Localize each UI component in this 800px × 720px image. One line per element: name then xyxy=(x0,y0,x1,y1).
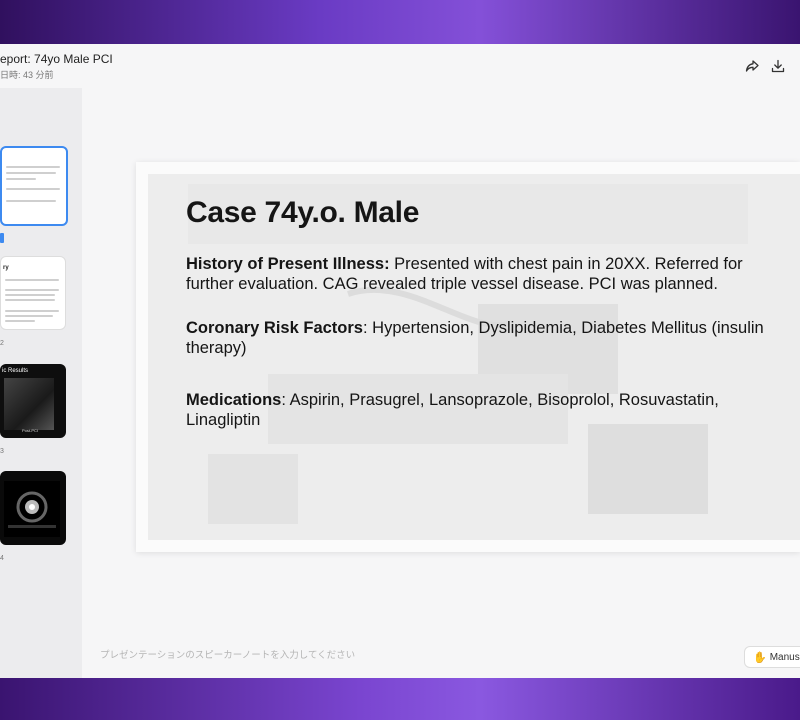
desktop-background-bottom xyxy=(0,678,800,720)
history-paragraph: History of Present Illness: Presented wi… xyxy=(186,254,786,294)
download-icon[interactable] xyxy=(768,56,788,76)
slide-number-2: 2 xyxy=(0,340,4,347)
share-icon[interactable] xyxy=(742,56,762,76)
thumbnail-heading: ry xyxy=(3,265,9,271)
slide-text-content: Case 74y.o. Male History of Present Illn… xyxy=(186,196,786,454)
medications-label: Medications xyxy=(186,391,282,409)
document-title: eport: 74yo Male PCI xyxy=(0,52,113,66)
ivus-image xyxy=(4,481,60,537)
desktop-background-top xyxy=(0,0,800,44)
slide-number-3: 3 xyxy=(0,448,4,455)
current-slide: Case 74y.o. Male History of Present Illn… xyxy=(136,162,800,552)
manus-label: Manus xyxy=(769,651,800,663)
presentation-viewer-window: eport: 74yo Male PCI 日時: 43 分前 ry 2 ic R… xyxy=(0,44,800,678)
thumbnail-caption: Post-PCI xyxy=(22,428,39,433)
viewer-header: eport: 74yo Male PCI 日時: 43 分前 xyxy=(0,44,800,88)
slide-number-4: 4 xyxy=(0,555,4,562)
slide-thumbnail-1[interactable] xyxy=(0,146,68,226)
slide-thumbnail-3[interactable]: ic Results Post-PCI xyxy=(0,364,66,438)
risk-factors-paragraph: Coronary Risk Factors: Hypertension, Dys… xyxy=(186,318,786,358)
document-timestamp: 日時: 43 分前 xyxy=(0,70,54,80)
manus-icon: ✋ xyxy=(753,651,767,664)
manus-button[interactable]: ✋ Manus xyxy=(744,646,800,668)
medications-paragraph: Medications: Aspirin, Prasugrel, Lansopr… xyxy=(186,390,786,430)
risk-factors-label: Coronary Risk Factors xyxy=(186,319,363,337)
selected-slide-indicator xyxy=(0,233,4,243)
thumbnail-heading: ic Results xyxy=(2,368,29,374)
slide-thumbnail-2[interactable]: ry xyxy=(0,256,66,330)
slide-title: Case 74y.o. Male xyxy=(186,196,420,229)
slide-thumbnail-sidebar: ry 2 ic Results Post-PCI 3 4 xyxy=(0,88,82,678)
slide-thumbnail-4[interactable] xyxy=(0,471,66,545)
history-label: History of Present Illness: xyxy=(186,255,390,273)
speaker-notes-input[interactable]: プレゼンテーションのスピーカーノートを入力してください xyxy=(100,647,355,661)
angiography-image xyxy=(4,378,54,430)
